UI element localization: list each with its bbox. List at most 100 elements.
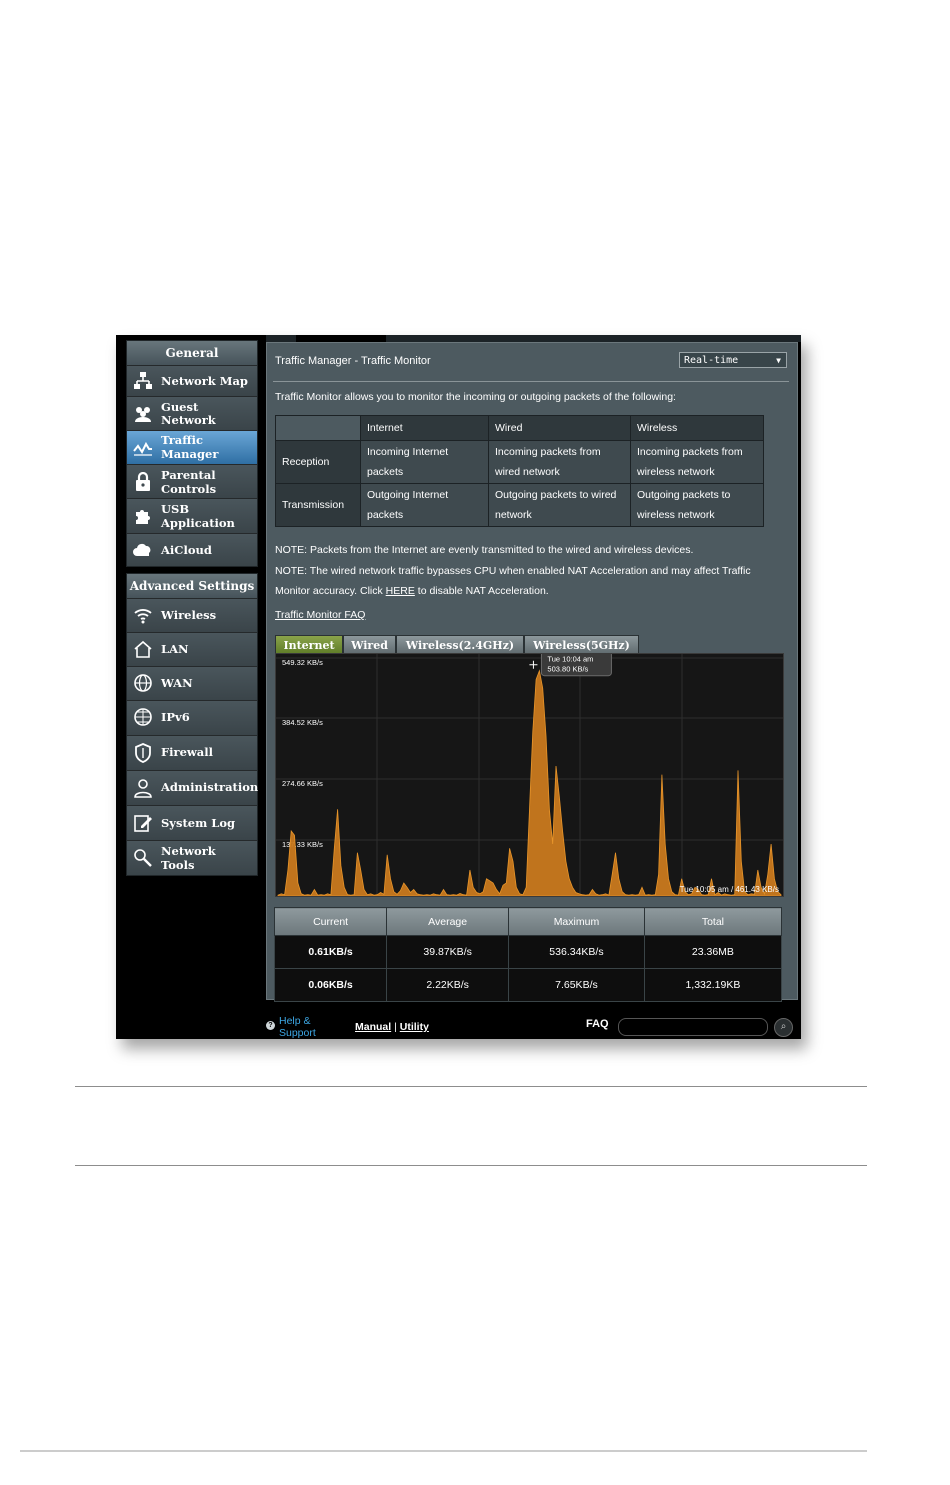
tooltip-time: Tue 10:04 am <box>547 655 593 664</box>
sidebar-item-wan[interactable]: WAN <box>127 666 257 700</box>
stats-cell: 536.34KB/s <box>508 935 645 969</box>
stats-cell: 0.06KB/s <box>273 968 388 1002</box>
page-rule-bottom <box>75 1165 867 1166</box>
stats-cell: 1,332.19KB <box>643 968 783 1002</box>
network-map-icon <box>134 372 152 389</box>
chart-footer-label: Tue 10:05 am / 461.43 KB/s <box>680 885 779 894</box>
tooltip-value: 503.80 KB/s <box>547 665 588 674</box>
cloud-icon <box>133 543 151 556</box>
router-admin-screenshot: General Network Map Guest Network Traffi… <box>116 335 801 1039</box>
note-2-line-2-post: to disable NAT Acceleration. <box>414 585 549 597</box>
footer-divider: | <box>394 1021 397 1033</box>
y-tick-label: 549.32 KB/s <box>282 658 323 667</box>
crosshair-marker <box>529 660 538 669</box>
faq-label: FAQ <box>586 1018 609 1030</box>
stats-header: Maximum <box>508 907 645 936</box>
help-support-link[interactable]: Help & Support <box>279 1015 316 1039</box>
sidebar-item-aicloud[interactable]: AiCloud <box>127 533 257 566</box>
table-cell: Outgoing packets to wired network <box>488 483 631 527</box>
table-cell: Incoming packets from wired network <box>488 440 631 484</box>
title-divider <box>273 381 789 382</box>
page-rule-top <box>75 1086 867 1087</box>
stats-cell: 39.87KB/s <box>386 935 510 969</box>
sidebar-item-administration[interactable]: Administration <box>127 770 259 805</box>
sidebar-item-ipv6[interactable]: IPv6 <box>127 700 257 735</box>
sidebar-item-lan[interactable]: LAN <box>127 632 257 666</box>
sidebar-item-label-2: Tools <box>161 858 195 872</box>
shield-icon <box>135 743 151 763</box>
stats-cell: 23.36MB <box>643 935 783 969</box>
manual-link[interactable]: Manual <box>355 1021 391 1033</box>
faq-search-input[interactable] <box>618 1018 768 1036</box>
sidebar-item-parental-controls[interactable]: Parental Controls <box>127 464 257 498</box>
sidebar-item-label: Firewall <box>161 745 213 759</box>
sidebar-item-network-tools[interactable]: Network Tools <box>127 840 257 875</box>
stats-cell: 2.22KB/s <box>386 968 510 1002</box>
sidebar-item-network-map[interactable]: Network Map <box>127 365 257 396</box>
sidebar-item-label: Parental <box>161 468 216 482</box>
edit-log-icon <box>134 815 152 832</box>
sidebar-item-label: Traffic <box>161 433 204 447</box>
sidebar-item-label: LAN <box>161 642 189 656</box>
sidebar-item-system-log[interactable]: System Log <box>127 805 257 840</box>
nat-acceleration-link[interactable]: HERE <box>386 585 415 597</box>
mode-select[interactable]: Real-time ▼ <box>679 352 787 368</box>
sidebar-item-label: Wireless <box>161 608 217 622</box>
traffic-monitor-faq-link[interactable]: Traffic Monitor FAQ <box>275 609 365 621</box>
stats-row: 0.61KB/s 39.87KB/s 536.34KB/s 23.36MB <box>273 935 783 969</box>
general-menu: General Network Map Guest Network Traffi… <box>126 340 258 567</box>
column-header: Wired <box>488 415 631 441</box>
note-1: NOTE: Packets from the Internet are even… <box>275 544 694 556</box>
sidebar-item-label-2: Application <box>161 516 235 530</box>
utility-link[interactable]: Utility <box>400 1021 429 1033</box>
sidebar-item-label: Network Map <box>161 374 248 388</box>
traffic-chart-svg: 549.32 KB/s 384.52 KB/s 274.66 KB/s 137.33 … <box>276 651 783 897</box>
page-footer-rule <box>20 1450 867 1452</box>
sidebar-item-label-2: Manager <box>161 447 219 461</box>
globe-network-icon <box>134 708 152 726</box>
help-icon: ? <box>266 1021 275 1030</box>
table-row: Reception Incoming Internet packets Inco… <box>275 440 764 484</box>
y-tick-label: 137.33 KB/s <box>282 840 323 849</box>
stats-row: 0.06KB/s 2.22KB/s 7.65KB/s 1,332.19KB <box>273 968 783 1002</box>
table-cell: Incoming packets from wireless network <box>630 440 764 484</box>
sidebar-item-traffic-manager[interactable]: Traffic Manager <box>127 430 257 464</box>
stats-cell: 7.65KB/s <box>508 968 645 1002</box>
stats-header: Current <box>273 907 388 936</box>
table-cell: Outgoing packets to wireless network <box>630 483 764 527</box>
footer-links: Manual | Utility <box>355 1021 429 1033</box>
sidebar-item-label: Administration <box>161 780 259 794</box>
footer: ? Help & Support Manual | Utility FAQ ⌕ <box>266 1011 801 1039</box>
help-line-1: Help & <box>279 1015 311 1027</box>
home-icon <box>134 640 152 658</box>
puzzle-icon <box>136 510 150 524</box>
sidebar-item-wireless[interactable]: Wireless <box>127 598 257 632</box>
general-header: General <box>127 341 257 365</box>
row-label: Reception <box>275 440 361 484</box>
advanced-header: Advanced Settings <box>127 574 257 598</box>
sidebar-item-label: Network <box>161 844 216 858</box>
mode-select-value: Real-time <box>684 355 739 366</box>
help-line-2: Support <box>279 1027 316 1039</box>
advanced-menu: Advanced Settings Wireless LAN WAN IPv6 … <box>126 573 258 876</box>
traffic-area-series <box>277 669 782 897</box>
top-strip <box>266 335 801 342</box>
note-2-line-2-pre: Monitor accuracy. Click <box>275 585 386 597</box>
sidebar-item-firewall[interactable]: Firewall <box>127 735 257 770</box>
sidebar-item-label: WAN <box>161 676 193 690</box>
column-header: Wireless <box>630 415 764 441</box>
stats-header: Total <box>643 907 783 936</box>
row-label: Transmission <box>275 483 361 527</box>
top-tab <box>296 335 386 342</box>
search-icon[interactable]: ⌕ <box>774 1018 793 1037</box>
sidebar-item-label: IPv6 <box>161 710 190 724</box>
note-2: NOTE: The wired network traffic bypasses… <box>275 561 751 601</box>
sidebar-item-usb-application[interactable]: USB Application <box>127 498 257 533</box>
y-tick-label: 384.52 KB/s <box>282 718 323 727</box>
note-2-line-1: NOTE: The wired network traffic bypasses… <box>275 565 751 577</box>
table-cell: Incoming Internet packets <box>360 440 489 484</box>
sidebar-item-guest-network[interactable]: Guest Network <box>127 396 257 430</box>
stats-table: Current Average Maximum Total 0.61KB/s 3… <box>273 907 783 1002</box>
table-corner <box>275 415 361 441</box>
sidebar-item-label: USB <box>161 502 190 516</box>
